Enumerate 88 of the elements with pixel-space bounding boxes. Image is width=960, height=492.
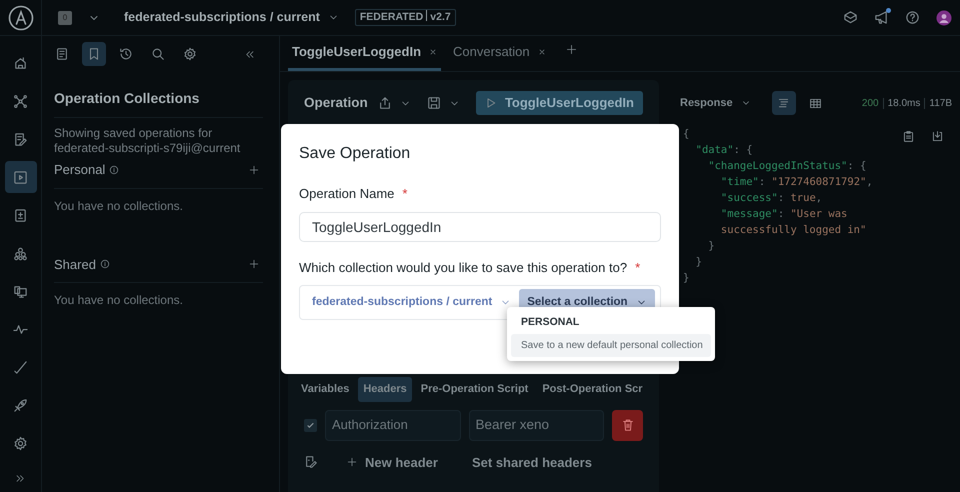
share-icon[interactable] [378,96,392,110]
code-line: "message": "User was [720,207,848,222]
section-title: Shared [54,256,96,274]
info-icon [100,259,110,270]
document-plus-icon [13,208,28,222]
help-icon[interactable] [905,10,920,25]
cube-icon[interactable] [843,10,858,25]
settings-icon [13,436,28,450]
view-toggle[interactable] [772,91,796,115]
operation-name-field[interactable]: ToggleUserLoggedIn [299,212,661,242]
nav-button[interactable] [4,161,36,193]
add-icon[interactable] [249,164,259,175]
megaphone-icon[interactable] [874,10,889,25]
add-icon[interactable] [249,259,259,270]
dialog-title: Save Operation [299,144,412,164]
run-button[interactable]: ToggleUserLoggedIn [476,91,643,115]
code-line: successfully logged in" [720,223,868,238]
add-tab-icon[interactable] [566,44,577,55]
bookmark-icon [87,47,101,61]
header-key-field[interactable]: Authorization [324,410,461,440]
avatar-icon[interactable] [936,10,952,26]
required-mark: * [402,185,408,203]
download-icon[interactable] [931,130,944,143]
code-line: } [707,239,716,254]
list-view-icon [777,96,790,110]
search-icon [151,47,165,61]
field-label: Operation Name [299,185,394,203]
info-icon [109,164,120,175]
graph-title[interactable]: federated-subscriptions / current [124,8,320,27]
rocket-icon [13,398,28,412]
checkmark-icon [13,360,28,374]
checkbox[interactable] [304,418,317,432]
response-time: 18.0ms [888,96,920,110]
code-line: "data": { [694,143,754,158]
save-icon[interactable] [426,96,441,110]
play-square-icon [13,170,28,184]
code-line: "time": "1727460871792", [720,175,874,190]
section-tab[interactable]: Post-Operation Scr [537,377,648,402]
required-mark: * [635,258,640,276]
circles-icon [13,246,28,260]
response-size: 117B [929,96,952,110]
edit-icon[interactable] [304,455,318,470]
document-pen-icon [13,132,28,146]
section-tab[interactable]: Variables [296,377,354,402]
federation-badge: FEDERATED v2.7 [354,9,456,26]
monitor-icon [13,284,28,298]
header-value-field[interactable]: Bearer xeno [468,410,604,440]
section-title: Personal [54,161,106,179]
panel-title: Operation [304,94,368,112]
editor-tab[interactable]: ToggleUserLoggedIn [288,35,442,71]
status-code: 200 [862,96,879,110]
menu-group-label: PERSONAL [520,315,580,330]
code-line: "success": true, [720,191,824,206]
code-line: } [683,271,690,286]
code-line: } [694,255,703,270]
toolbar-button[interactable] [82,42,106,66]
menu-item[interactable]: Save to a new default personal collection [511,334,711,357]
play-icon [484,97,497,109]
house-icon [13,56,28,70]
new-header-button[interactable]: New header [342,448,443,476]
collapse-icon[interactable] [244,48,255,60]
close-icon [538,48,546,56]
code-line: { [683,127,690,142]
plus-icon [347,457,357,468]
trash-icon [620,418,635,432]
field-label: Which collection would you like to save this operation to? [299,258,628,277]
nodes-icon [13,94,28,108]
expand-icon[interactable] [15,473,26,484]
shared-headers-button[interactable]: Set shared headers [466,448,597,476]
clipboard-icon[interactable] [902,130,915,143]
editor-tab[interactable]: Conversation [449,35,550,71]
delete-button[interactable] [612,410,644,440]
empty-message: You have no collections. [54,198,184,214]
section-tab[interactable]: Headers [358,377,412,402]
code-line: "changeLoggedInStatus": { [707,159,868,174]
document-icon [55,47,69,61]
panel-title: Operation Collections [54,72,263,118]
panel-description: Showing saved operations for federated-subscripti-s79iji@current [54,126,242,156]
empty-message: You have no collections. [54,292,184,309]
section-tab[interactable]: Pre-Operation Script [416,377,534,402]
settings-icon [183,47,197,61]
response-dropdown[interactable]: Response [675,90,756,116]
history-icon [119,47,133,61]
logo-icon[interactable] [8,4,34,30]
graph-select[interactable]: federated-subscriptions / current [312,294,512,312]
checkmark-icon [306,420,315,430]
close-icon [429,48,438,56]
table-view-icon [809,96,822,110]
